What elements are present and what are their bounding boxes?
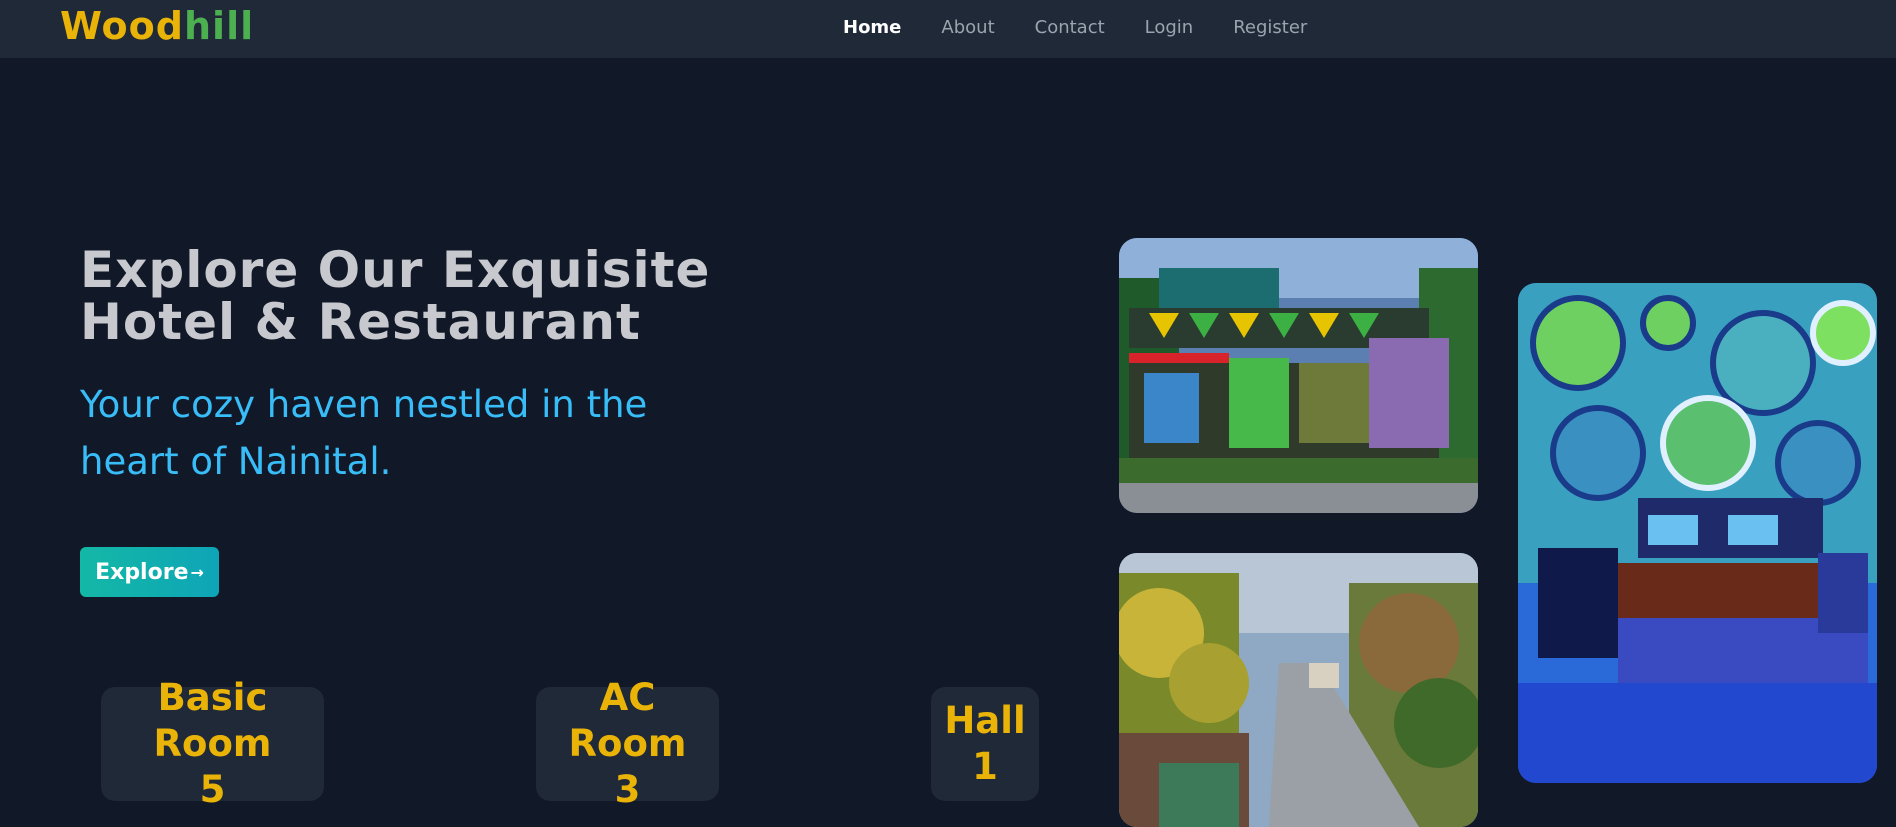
- arrow-right-icon: →: [190, 562, 204, 582]
- hero-subtitle: Your cozy haven nestled in the heart of …: [80, 383, 648, 483]
- mountain-road-photo: [1119, 553, 1478, 827]
- stat-count: 1: [972, 745, 998, 788]
- main-nav: Home About Contact Login Register: [843, 17, 1347, 38]
- nav-about-link[interactable]: About: [941, 17, 994, 38]
- stat-card-ac-room: AC Room 3: [536, 676, 719, 811]
- nav-home-link[interactable]: Home: [843, 17, 901, 38]
- hero-title: Explore Our Exquisite Hotel & Restaurant: [80, 241, 711, 351]
- stat-count: 3: [614, 768, 641, 811]
- stat-card-hall: Hall 1: [931, 687, 1039, 801]
- nav-register-link[interactable]: Register: [1233, 17, 1307, 38]
- nav-contact-link[interactable]: Contact: [1035, 17, 1105, 38]
- brand-logo[interactable]: Woodhill: [60, 4, 254, 48]
- brand-part-hill: hill: [183, 4, 255, 48]
- room-interior-photo: [1518, 283, 1877, 783]
- stat-name: Basic Room: [153, 676, 272, 765]
- stat-name: AC Room: [568, 676, 687, 765]
- explore-button-label: Explore: [95, 559, 189, 585]
- brand-part-wood: Wood: [60, 4, 184, 48]
- top-navbar: Woodhill Home About Contact Login Regist…: [0, 0, 1896, 58]
- stat-name: Hall: [944, 699, 1026, 742]
- nav-login-link[interactable]: Login: [1145, 17, 1194, 38]
- stat-card-basic-room: Basic Room 5: [101, 676, 324, 811]
- explore-button[interactable]: Explore →: [80, 547, 219, 597]
- hotel-exterior-photo: [1119, 238, 1478, 513]
- stat-count: 5: [199, 768, 226, 811]
